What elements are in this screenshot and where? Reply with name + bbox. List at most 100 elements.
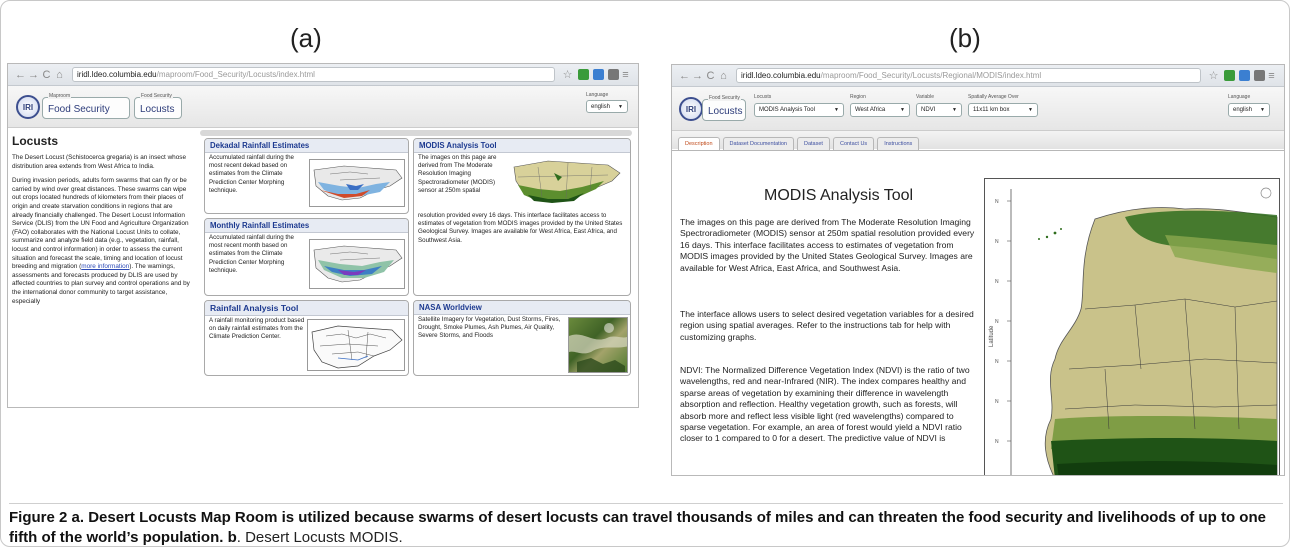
map-settings-icon[interactable] (1260, 187, 1272, 199)
extension-blue-icon[interactable] (1239, 70, 1250, 81)
extension-gray-icon[interactable] (1254, 70, 1265, 81)
select-value: West Africa (855, 107, 886, 113)
latitude-tick: N (995, 319, 999, 325)
satellite-imagery-thumbnail[interactable] (568, 317, 628, 373)
card-nasa-worldview[interactable]: NASA Worldview Satellite Imagery for Veg… (413, 300, 631, 376)
modis-map-thumbnail[interactable] (508, 157, 626, 209)
iri-logo[interactable]: IRI (679, 97, 703, 121)
intro-title: Locusts (12, 134, 59, 148)
language-select[interactable]: english ▼ (1228, 103, 1270, 117)
forward-button[interactable]: → (27, 69, 40, 81)
tab-instructions[interactable]: Instructions (877, 137, 920, 150)
tab-dataset-documentation[interactable]: Dataset Documentation (722, 137, 794, 150)
home-button[interactable]: ⌂ (53, 69, 66, 81)
locusts-caption: Locusts (754, 94, 772, 100)
modis-ndvi-map[interactable]: N N N N N N N Latitude (984, 178, 1280, 475)
figure-frame: (a) ← → C ⌂ iridl.ldeo.columbia.edu/mapr… (0, 0, 1290, 547)
panel-a-letter: (a) (290, 23, 322, 53)
address-bar[interactable]: iridl.ldeo.columbia.edu/maproom/Food_Sec… (72, 67, 555, 82)
locusts-intro: Locusts The Desert Locust (Schistocerca … (12, 134, 192, 312)
card-text: The images on this page are derived from… (418, 154, 497, 194)
variable-select[interactable]: NDVI ▼ (916, 103, 962, 117)
forward-button[interactable]: → (691, 70, 704, 82)
card-title[interactable]: Rainfall Analysis Tool (205, 301, 408, 316)
url-host: iridl.ldeo.columbia.edu (77, 70, 157, 79)
rainfall-map-thumbnail[interactable] (309, 239, 405, 289)
breadcrumb-maproom[interactable]: Maproom Food Security (42, 93, 130, 119)
latitude-tick: N (995, 439, 999, 445)
dropdown-arrow-icon: ▼ (1028, 107, 1033, 113)
card-modis-analysis[interactable]: MODIS Analysis Tool The images on this p… (413, 138, 631, 296)
breadcrumb-value: Locusts (708, 106, 743, 117)
extension-green-icon[interactable] (1224, 70, 1235, 81)
card-monthly-rainfall[interactable]: Monthly Rainfall Estimates Accumulated r… (204, 218, 409, 296)
url-path: /maproom/Food_Security/Locusts/Regional/… (820, 71, 1042, 80)
spatial-average-caption: Spatially Average Over (968, 94, 1019, 100)
spatial-average-select[interactable]: 11x11 km box ▼ (968, 103, 1038, 117)
language-select[interactable]: english ▼ (586, 100, 628, 113)
dropdown-arrow-icon: ▼ (834, 107, 839, 113)
card-dekadal-rainfall[interactable]: Dekadal Rainfall Estimates Accumulated r… (204, 138, 409, 214)
browser-toolbar: ← → C ⌂ iridl.ldeo.columbia.edu/maproom/… (672, 65, 1284, 87)
card-text: Accumulated rainfall during the most rec… (209, 234, 294, 274)
content-divider (200, 130, 632, 136)
variable-caption: Variable (916, 94, 934, 100)
extension-gray-icon[interactable] (608, 69, 619, 80)
region-select[interactable]: West Africa ▼ (850, 103, 910, 117)
latitude-tick: N (995, 359, 999, 365)
breadcrumb-food-security[interactable]: Food Security Locusts (134, 93, 182, 119)
page-title: MODIS Analysis Tool (764, 187, 914, 204)
language-caption: Language (586, 92, 609, 98)
intro-paragraph-2: During invasion periods, adults form swa… (12, 177, 192, 306)
description-paragraph-2: The interface allows users to select des… (680, 309, 974, 342)
panel-b-letter: (b) (949, 23, 981, 53)
region-caption: Region (850, 94, 866, 100)
maproom-header: IRI Food Security Locusts Locusts MODIS … (672, 87, 1284, 131)
card-title[interactable]: NASA Worldview (414, 301, 630, 315)
tab-contact-us[interactable]: Contact Us (832, 137, 875, 150)
bookmark-star-icon[interactable]: ☆ (561, 68, 574, 81)
back-button[interactable]: ← (14, 69, 27, 81)
reload-button[interactable]: C (40, 69, 53, 81)
breadcrumb-caption: Maproom (48, 93, 72, 99)
card-title[interactable]: Monthly Rainfall Estimates (205, 219, 408, 233)
card-text: Satellite Imagery for Vegetation, Dust S… (418, 316, 561, 340)
breadcrumb-caption: Food Security (140, 93, 173, 99)
tab-dataset[interactable]: Dataset (797, 137, 830, 150)
description-paragraph-3: NDVI: The Normalized Difference Vegetati… (680, 365, 970, 444)
caption-lead: Figure 2 (9, 509, 68, 526)
rainfall-map-thumbnail[interactable] (309, 159, 405, 207)
card-text-continued: resolution provided every 16 days. This … (418, 212, 623, 244)
card-title[interactable]: MODIS Analysis Tool (414, 139, 630, 153)
latitude-axis-label: Latitude (989, 325, 995, 347)
breadcrumb-caption: Food Security (708, 95, 741, 101)
select-value: MODIS Analysis Tool (759, 107, 815, 113)
breadcrumb-food-security[interactable]: Food Security Locusts (702, 95, 746, 121)
figure-caption: Figure 2 a. Desert Locusts Map Room is u… (9, 503, 1283, 546)
address-bar[interactable]: iridl.ldeo.columbia.edu/maproom/Food_Sec… (736, 68, 1201, 83)
menu-icon[interactable]: ≡ (619, 69, 632, 81)
rainfall-analysis-thumbnail[interactable] (307, 319, 405, 371)
extension-green-icon[interactable] (578, 69, 589, 80)
caption-part-b-label: b (227, 529, 237, 546)
dropdown-arrow-icon: ▼ (952, 107, 957, 113)
extension-blue-icon[interactable] (593, 69, 604, 80)
reload-button[interactable]: C (704, 70, 717, 82)
latitude-tick: N (995, 399, 999, 405)
tab-description[interactable]: Description (678, 137, 720, 150)
back-button[interactable]: ← (678, 70, 691, 82)
latitude-tick: N (995, 239, 999, 245)
iri-logo[interactable]: IRI (16, 95, 40, 119)
caption-part-b-text: . Desert Locusts MODIS. (236, 529, 403, 546)
more-information-link[interactable]: more information (81, 263, 129, 270)
bookmark-star-icon[interactable]: ☆ (1207, 69, 1220, 82)
locusts-select[interactable]: MODIS Analysis Tool ▼ (754, 103, 844, 117)
screenshot-b: ← → C ⌂ iridl.ldeo.columbia.edu/maproom/… (671, 64, 1285, 476)
intro-text: During invasion periods, adults form swa… (12, 177, 189, 271)
card-title[interactable]: Dekadal Rainfall Estimates (205, 139, 408, 153)
home-button[interactable]: ⌂ (717, 70, 730, 82)
card-rainfall-analysis[interactable]: Rainfall Analysis Tool A rainfall monito… (204, 300, 409, 376)
language-value: english (1233, 107, 1253, 113)
menu-icon[interactable]: ≡ (1265, 70, 1278, 82)
card-text: Accumulated rainfall during the most rec… (209, 154, 294, 194)
